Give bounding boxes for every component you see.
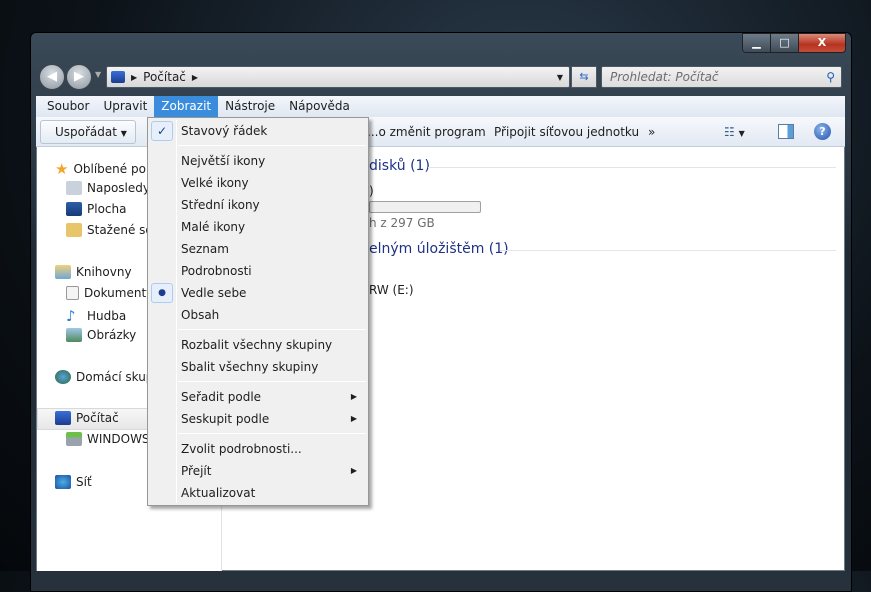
more-commands-button[interactable]: » bbox=[648, 122, 655, 142]
menu-separator bbox=[178, 381, 366, 382]
menu-item-label: Seskupit podle bbox=[181, 412, 270, 426]
view-menu-item[interactable]: Seznam bbox=[181, 238, 365, 260]
view-menu-item[interactable]: Podrobnosti bbox=[181, 260, 365, 282]
menu-item-label: Podrobnosti bbox=[181, 264, 252, 278]
map-network-drive-button[interactable]: Připojit síťovou jednotku bbox=[494, 122, 639, 142]
menu-item-label: Seznam bbox=[181, 242, 229, 256]
forward-button[interactable]: ▶ bbox=[66, 64, 92, 90]
uninstall-program-button[interactable]: ...o změnit program bbox=[367, 122, 486, 142]
dvd-drive-label[interactable]: RW (E:) bbox=[369, 283, 414, 297]
view-menu-item[interactable]: Rozbalit všechny skupiny bbox=[181, 334, 365, 356]
radio-bullet-icon: ● bbox=[151, 283, 173, 303]
search-placeholder: Prohledat: Počítač bbox=[610, 70, 719, 84]
menu-item-label: Malé ikony bbox=[181, 220, 246, 234]
menu-separator bbox=[178, 329, 366, 330]
preview-pane-icon[interactable] bbox=[778, 124, 794, 139]
star-icon: ★ bbox=[55, 160, 69, 178]
menu-item-label: Aktualizovat bbox=[181, 486, 256, 500]
menu-item-label: Přejít bbox=[181, 464, 212, 478]
view-menu-item[interactable]: Střední ikony bbox=[181, 194, 365, 216]
address-dropdown-icon[interactable]: ▼ bbox=[557, 73, 563, 82]
view-menu-item[interactable]: Vedle sebe bbox=[181, 282, 365, 304]
view-menu-popup: ✓ Stavový řádek Největší ikony Velké ikony S… bbox=[147, 117, 369, 506]
recent-places-icon bbox=[66, 181, 82, 195]
menu-separator bbox=[178, 433, 366, 434]
caption-buttons: ▁ □ X bbox=[742, 33, 846, 53]
view-menu-item[interactable]: Přejít ▶ bbox=[181, 460, 365, 482]
search-icon[interactable]: ⚲ bbox=[826, 67, 835, 87]
view-menu-item[interactable]: Aktualizovat bbox=[181, 482, 365, 504]
downloads-folder-icon bbox=[66, 223, 82, 237]
checkmark-icon: ✓ bbox=[151, 121, 173, 141]
menu-item-label: Sbalit všechny skupiny bbox=[181, 360, 319, 374]
group-divider bbox=[428, 167, 836, 168]
close-button[interactable]: X bbox=[799, 34, 845, 52]
view-menu-item[interactable]: Velké ikony bbox=[181, 172, 365, 194]
menu-item-label: Vedle sebe bbox=[181, 286, 247, 300]
menu-item-label: Rozbalit všechny skupiny bbox=[181, 338, 333, 352]
group-header-removable[interactable]: elným úložištěm (1) bbox=[369, 241, 509, 257]
submenu-arrow-icon: ▶ bbox=[350, 466, 357, 475]
recent-pages-dropdown[interactable]: ▼ bbox=[95, 70, 101, 79]
menu-file[interactable]: Soubor bbox=[40, 96, 96, 117]
documents-icon bbox=[66, 286, 79, 300]
view-menu-item[interactable]: Největší ikony bbox=[181, 150, 365, 172]
view-menu-item[interactable]: Obsah bbox=[181, 304, 365, 326]
menu-edit[interactable]: Upravit bbox=[96, 96, 154, 117]
view-menu-item[interactable]: Seřadit podle ▶ bbox=[181, 386, 365, 408]
menu-item-label: Střední ikony bbox=[181, 198, 260, 212]
computer-icon bbox=[55, 411, 71, 425]
menu-item-label: Největší ikony bbox=[181, 154, 266, 168]
view-menu-item[interactable]: Stavový řádek bbox=[181, 120, 365, 142]
breadcrumb-arrow-icon[interactable]: ▶ bbox=[192, 73, 198, 82]
menu-tools[interactable]: Nástroje bbox=[218, 96, 282, 117]
drive-usage-bar bbox=[369, 201, 481, 213]
menu-item-label: Stavový řádek bbox=[181, 124, 268, 138]
menu-bar: Soubor Upravit Zobrazit Nástroje Nápověd… bbox=[36, 96, 845, 117]
menu-item-label: Seřadit podle bbox=[181, 390, 262, 404]
submenu-arrow-icon: ▶ bbox=[350, 392, 357, 401]
change-view-icon[interactable]: ☷ ▼ bbox=[724, 122, 745, 144]
menu-item-label: Velké ikony bbox=[181, 176, 249, 190]
organize-button[interactable]: Uspořádat ▼ bbox=[40, 120, 136, 144]
drive-icon bbox=[66, 432, 82, 446]
libraries-icon bbox=[55, 265, 71, 279]
menu-item-label: Obsah bbox=[181, 308, 220, 322]
menu-separator bbox=[178, 145, 366, 146]
homegroup-icon bbox=[55, 370, 71, 384]
view-menu-item[interactable]: Seskupit podle ▶ bbox=[181, 408, 365, 430]
breadcrumb-computer[interactable]: Počítač bbox=[143, 70, 186, 84]
pictures-icon bbox=[66, 328, 82, 342]
menu-help[interactable]: Nápověda bbox=[282, 96, 357, 117]
minimize-button[interactable]: ▁ bbox=[743, 34, 771, 52]
drive-label[interactable]: ) bbox=[369, 184, 374, 198]
back-button[interactable]: ◀ bbox=[39, 64, 65, 90]
breadcrumb-arrow-icon: ▶ bbox=[131, 72, 138, 82]
refresh-button[interactable]: ⇆ bbox=[571, 66, 597, 88]
network-icon bbox=[55, 475, 71, 489]
help-icon[interactable]: ? bbox=[814, 123, 831, 140]
group-divider bbox=[500, 250, 836, 251]
search-input[interactable]: Prohledat: Počítač ⚲ bbox=[601, 66, 842, 88]
desktop-icon bbox=[66, 202, 82, 216]
drive-free-space: h z 297 GB bbox=[369, 216, 435, 230]
menu-view[interactable]: Zobrazit bbox=[154, 96, 219, 117]
music-icon: ♪ bbox=[66, 307, 76, 325]
maximize-button[interactable]: □ bbox=[771, 34, 799, 52]
submenu-arrow-icon: ▶ bbox=[350, 414, 357, 423]
address-bar[interactable]: ▶ Počítač ▶ ▼ bbox=[106, 66, 570, 88]
group-header-hdd[interactable]: disků (1) bbox=[369, 158, 430, 174]
computer-icon bbox=[111, 71, 125, 83]
view-menu-item[interactable]: Malé ikony bbox=[181, 216, 365, 238]
view-menu-item[interactable]: Zvolit podrobnosti... bbox=[181, 438, 365, 460]
menu-item-label: Zvolit podrobnosti... bbox=[181, 442, 302, 456]
view-menu-item[interactable]: Sbalit všechny skupiny bbox=[181, 356, 365, 378]
